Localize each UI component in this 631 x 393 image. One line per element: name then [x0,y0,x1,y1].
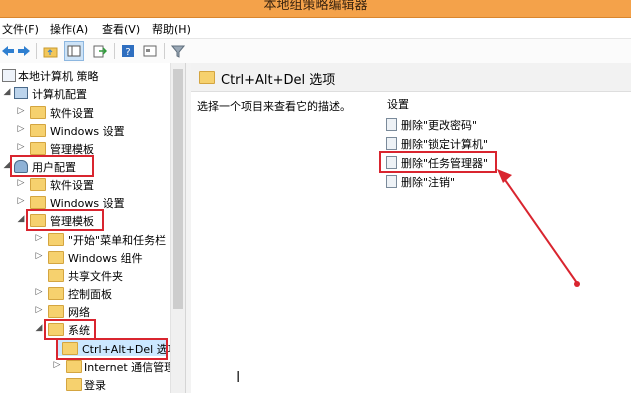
forward-icon[interactable] [16,43,32,59]
filter-icon[interactable] [170,43,186,59]
menu-help[interactable]: 帮助(H) [152,21,191,37]
toolbar-separator [114,43,115,59]
folder-icon [66,360,82,373]
collapsed-arrow-icon[interactable]: ▷ [16,178,26,188]
scrollbar-thumb[interactable] [173,69,183,309]
collapsed-arrow-icon[interactable]: ▷ [16,106,26,116]
highlight-box-admin-templates [26,209,104,231]
show-tree-icon[interactable] [64,41,84,61]
computer-icon [14,87,28,99]
export-icon[interactable] [92,43,108,59]
folder-icon [30,142,46,155]
folder-icon [30,196,46,209]
collapsed-arrow-icon[interactable]: ▷ [34,305,44,315]
tree-scrollbar[interactable] [170,63,185,393]
properties-icon[interactable] [142,43,158,59]
highlight-box-user-config [10,155,94,177]
toolbar: ? [0,38,631,64]
folder-icon [30,178,46,191]
text-cursor-icon: I [236,368,241,386]
folder-icon [30,106,46,119]
menu-view[interactable]: 查看(V) [102,21,140,37]
collapsed-arrow-icon[interactable]: ▷ [16,142,26,152]
collapsed-arrow-icon[interactable]: ▷ [34,287,44,297]
folder-icon [48,305,64,318]
svg-text:?: ? [125,47,130,58]
annotation-arrow [497,169,580,287]
collapsed-arrow-icon[interactable]: ▷ [34,233,44,243]
folder-icon [66,378,82,391]
menu-bar: 文件(F) 操作(A) 查看(V) 帮助(H) [0,18,631,38]
folder-icon [48,287,64,300]
highlight-box-system [44,319,96,340]
toolbar-separator [36,43,37,59]
collapsed-arrow-icon[interactable]: ▷ [52,360,62,370]
collapsed-arrow-icon[interactable]: ▷ [34,251,44,261]
back-icon[interactable] [0,43,16,59]
title-bar: 本地组策略编辑器 [0,0,631,18]
expanded-arrow-icon[interactable]: ◢ [2,87,12,97]
folder-icon [48,251,64,264]
tree-pane: 本地计算机 策略 ◢ 计算机配置 ▷ 软件设置 ▷ Windows 设置 ▷ 管… [0,63,185,393]
menu-file[interactable]: 文件(F) [2,21,39,37]
help-icon[interactable]: ? [120,43,136,59]
highlight-box-cad-options [56,338,168,360]
toolbar-separator [164,43,165,59]
menu-action[interactable]: 操作(A) [50,21,88,37]
folder-icon [48,269,64,282]
computer-policy-icon [2,69,16,82]
expanded-arrow-icon[interactable]: ◢ [16,214,26,224]
folder-icon [48,233,64,246]
details-pane: Ctrl+Alt+Del 选项 选择一个项目来查看它的描述。 设置 删除"更改密… [191,63,631,393]
collapsed-arrow-icon[interactable]: ▷ [16,196,26,206]
collapsed-arrow-icon[interactable]: ▷ [16,124,26,134]
up-folder-icon[interactable] [42,43,58,59]
folder-icon [30,124,46,137]
window-title: 本地组策略编辑器 [263,0,368,13]
expanded-arrow-icon[interactable]: ◢ [34,323,44,333]
